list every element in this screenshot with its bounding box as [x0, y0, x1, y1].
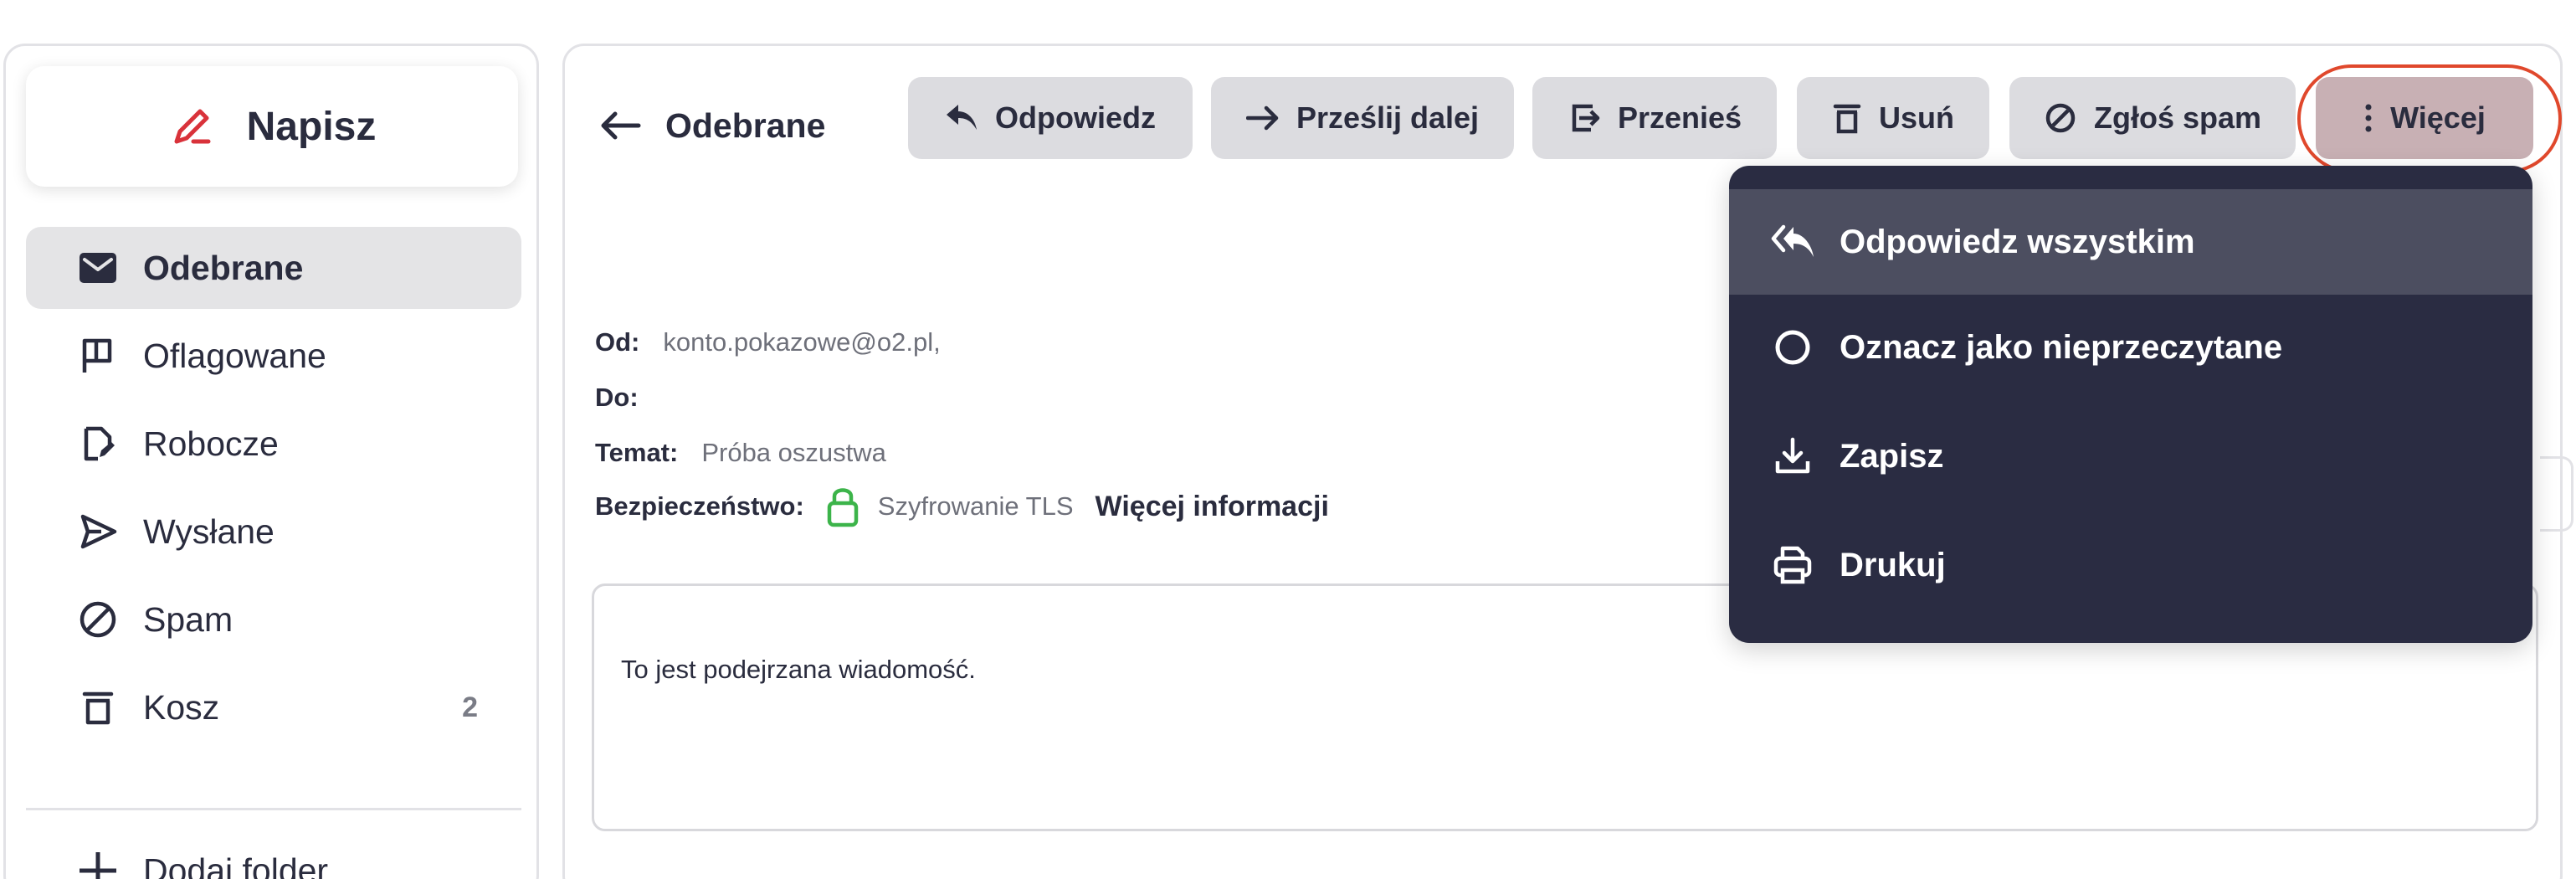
message-body-text: To jest podejrzana wiadomość. [621, 655, 976, 684]
forward-button[interactable]: Prześlij dalej [1211, 77, 1514, 159]
subject-value: Próba oszustwa [701, 438, 886, 467]
sidebar-item-label: Robocze [143, 424, 279, 463]
pencil-icon [168, 103, 215, 150]
sidebar-divider [26, 808, 521, 810]
lock-icon [826, 485, 860, 528]
flag-icon [76, 334, 120, 378]
delete-label: Usuń [1879, 100, 1954, 135]
sidebar: Napisz Odebrane Oflagowane Robocze Wysła… [3, 44, 539, 879]
sidebar-item-label: Oflagowane [143, 336, 326, 375]
trash-icon [76, 686, 120, 729]
sidebar-item-drafts[interactable]: Robocze [26, 403, 521, 485]
menu-item-label: Drukuj [1840, 546, 1946, 583]
from-label: Od: [595, 327, 640, 357]
sidebar-item-sent[interactable]: Wysłane [26, 491, 521, 573]
printer-icon [1769, 542, 1816, 589]
forward-label: Prześlij dalej [1296, 100, 1480, 135]
add-folder-label: Dodaj folder [143, 851, 329, 879]
more-label: Więcej [2390, 100, 2486, 135]
reply-label: Odpowiedz [995, 100, 1156, 135]
reply-button[interactable]: Odpowiedz [908, 77, 1193, 159]
sidebar-item-inbox[interactable]: Odebrane [26, 227, 521, 309]
report-spam-button[interactable]: Zgłoś spam [2009, 77, 2296, 159]
download-icon [1769, 433, 1816, 480]
back-button[interactable]: Odebrane [598, 96, 825, 155]
kebab-menu-icon [2363, 103, 2373, 133]
report-spam-label: Zgłoś spam [2093, 100, 2262, 135]
menu-item-label: Odpowiedz wszystkim [1840, 223, 2195, 260]
sidebar-item-flagged[interactable]: Oflagowane [26, 315, 521, 397]
trash-icon [1832, 101, 1862, 135]
menu-item-mark-unread[interactable]: Oznacz jako nieprzeczytane [1729, 295, 2532, 400]
reply-all-icon [1769, 218, 1816, 265]
circle-icon [1769, 324, 1816, 371]
draft-icon [76, 422, 120, 465]
more-info-link[interactable]: Więcej informacji [1096, 491, 1329, 523]
to-row: Do: [595, 383, 639, 413]
plus-icon [76, 849, 120, 879]
menu-item-save[interactable]: Zapisz [1729, 404, 2532, 509]
sidebar-item-label: Kosz [143, 687, 220, 727]
delete-button[interactable]: Usuń [1797, 77, 1989, 159]
menu-item-label: Oznacz jako nieprzeczytane [1840, 328, 2283, 366]
arrow-left-icon [598, 109, 642, 142]
sidebar-item-label: Spam [143, 599, 233, 639]
spam-icon [2044, 101, 2077, 135]
menu-item-reply-all[interactable]: Odpowiedz wszystkim [1729, 189, 2532, 295]
mail-app: Napisz Odebrane Oflagowane Robocze Wysła… [0, 0, 2576, 879]
menu-item-print[interactable]: Drukuj [1729, 512, 2532, 618]
compose-label: Napisz [246, 104, 377, 149]
arrow-right-icon [1245, 105, 1280, 131]
spam-icon [76, 598, 120, 641]
folder-list: Odebrane Oflagowane Robocze Wysłane Spam… [26, 227, 521, 754]
subject-row: Temat: Próba oszustwa [595, 438, 886, 468]
trash-count-badge: 2 [462, 691, 478, 723]
sidebar-item-spam[interactable]: Spam [26, 578, 521, 661]
reply-icon [945, 103, 978, 133]
security-value: Szyfrowanie TLS [877, 491, 1074, 521]
move-label: Przenieś [1617, 100, 1742, 135]
sidebar-item-label: Odebrane [143, 248, 304, 287]
move-icon [1568, 101, 1601, 135]
from-row: Od: konto.pokazowe@o2.pl, [595, 327, 941, 357]
send-icon [76, 510, 120, 553]
menu-item-label: Zapisz [1840, 437, 1944, 475]
move-button[interactable]: Przenieś [1532, 77, 1777, 159]
envelope-icon [76, 246, 120, 290]
more-dropdown-menu: Odpowiedz wszystkim Oznacz jako nieprzec… [1729, 166, 2532, 643]
security-label: Bezpieczeństwo: [595, 491, 804, 521]
compose-button[interactable]: Napisz [26, 66, 518, 187]
panel-edge [2540, 456, 2573, 532]
sidebar-item-trash[interactable]: Kosz 2 [26, 666, 521, 748]
subject-label: Temat: [595, 438, 679, 467]
sidebar-item-label: Wysłane [143, 511, 275, 551]
add-folder-button[interactable]: Dodaj folder [76, 833, 328, 879]
more-button[interactable]: Więcej [2316, 77, 2533, 159]
security-row: Bezpieczeństwo: Szyfrowanie TLS Więcej i… [595, 485, 1329, 528]
from-value[interactable]: konto.pokazowe@o2.pl, [663, 327, 940, 357]
to-label: Do: [595, 383, 639, 412]
back-label: Odebrane [665, 105, 826, 145]
